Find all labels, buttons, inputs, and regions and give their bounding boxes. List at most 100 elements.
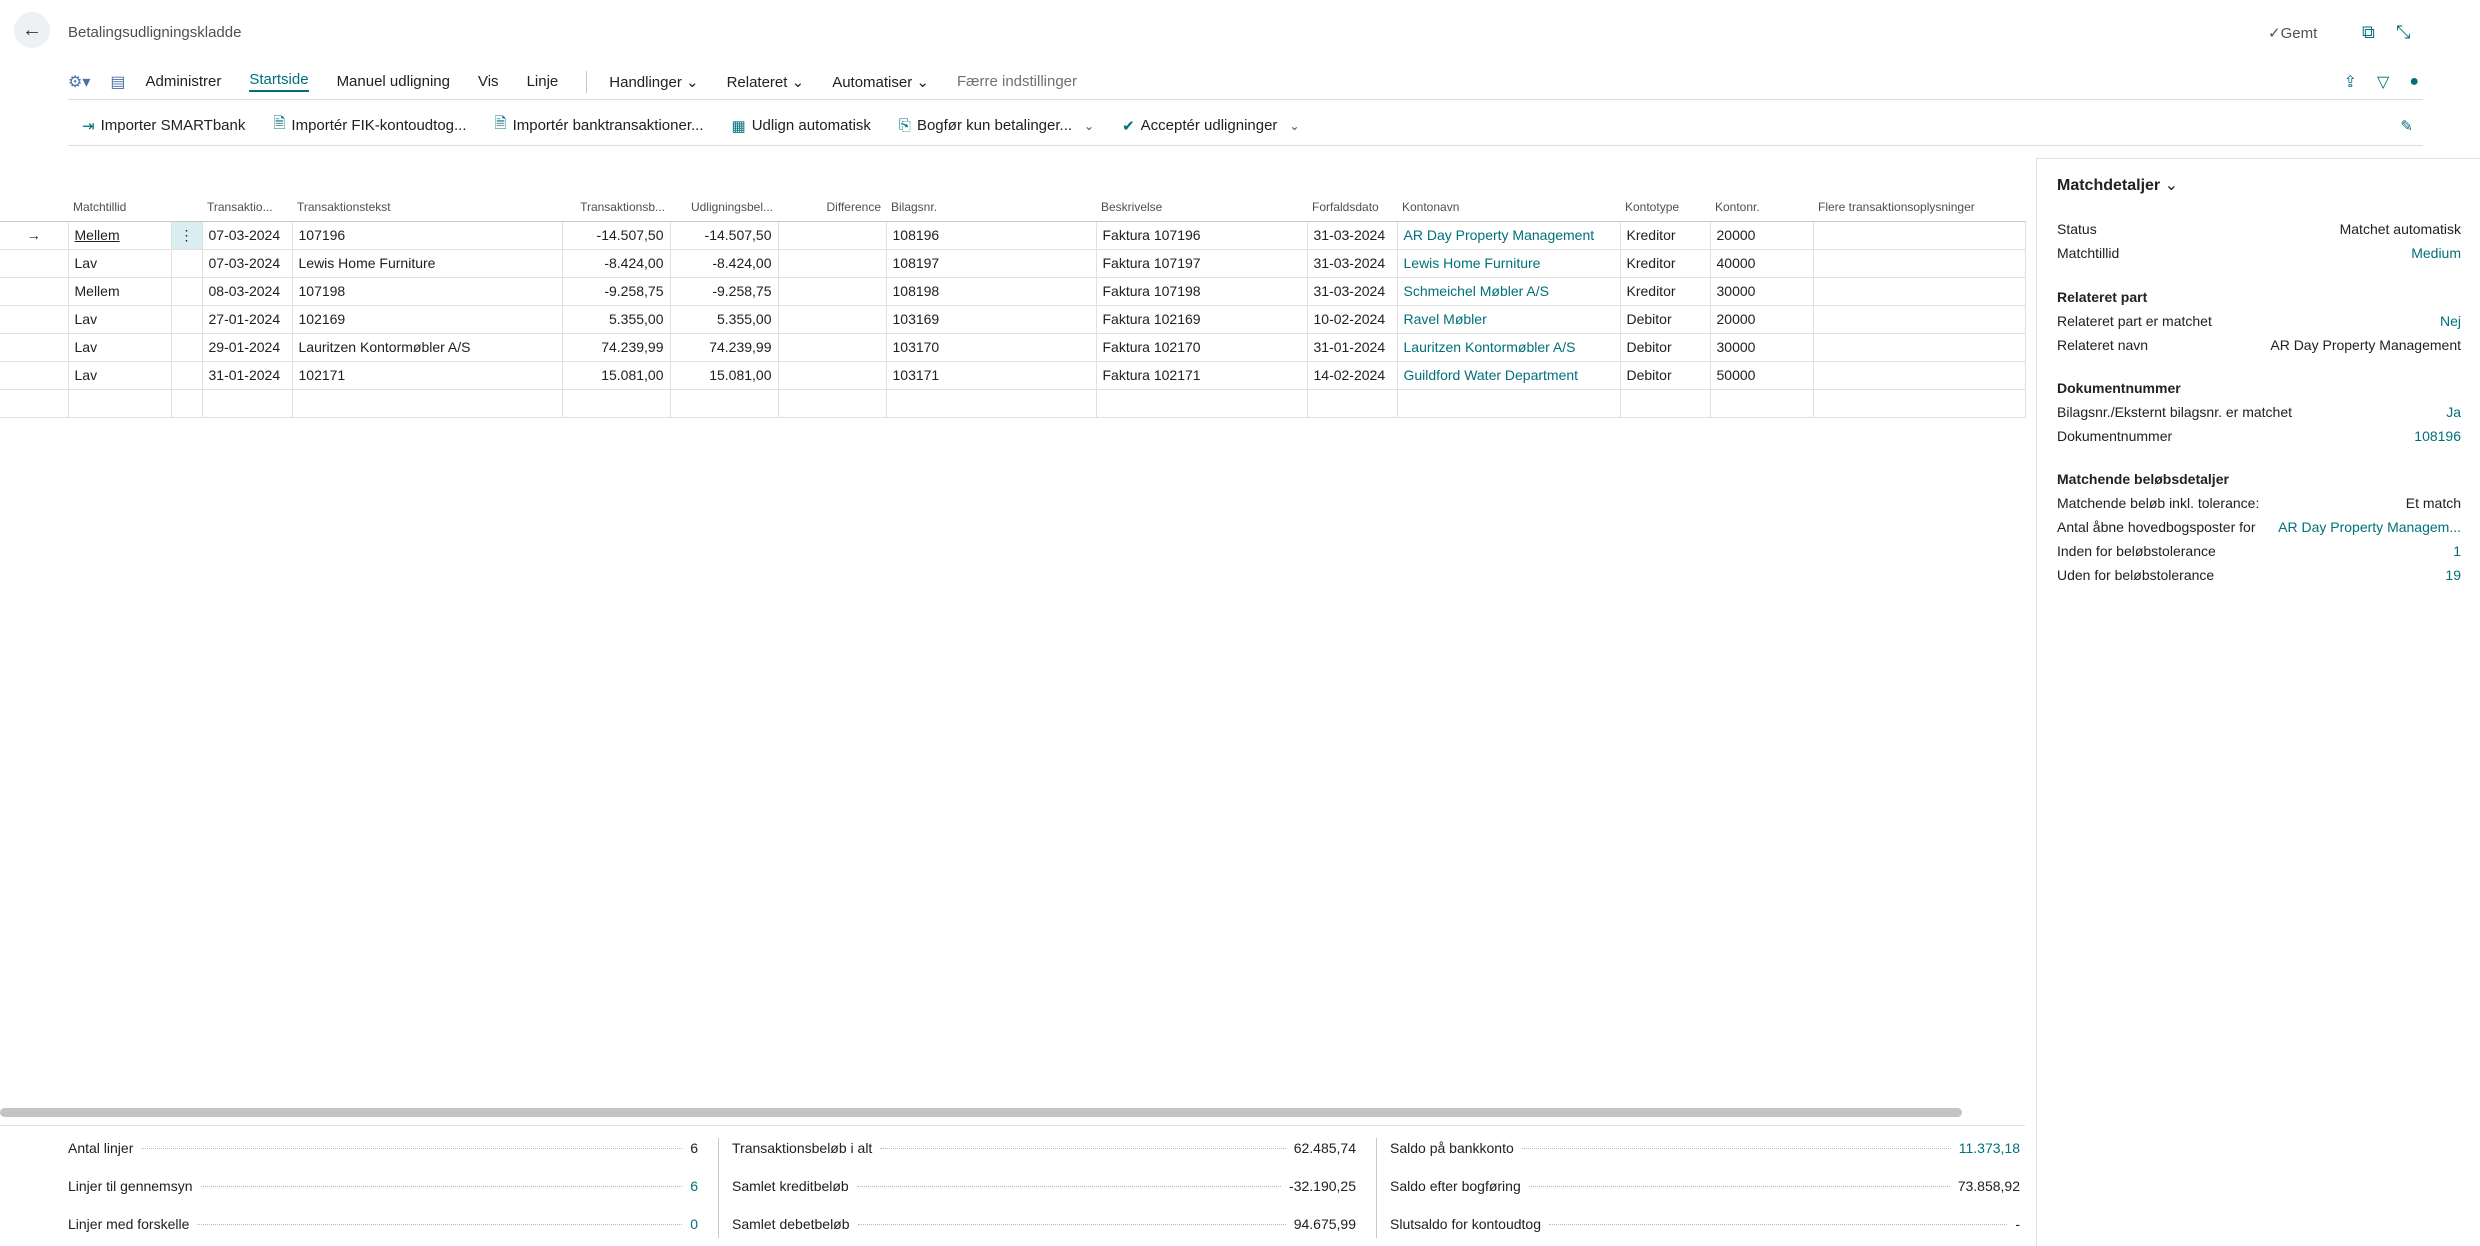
- cell-bilagsnr[interactable]: 103170: [886, 333, 1097, 362]
- cell-transaktionsbelob[interactable]: -9.258,75: [562, 277, 671, 306]
- cell-flere-oplysninger[interactable]: [1813, 221, 2026, 250]
- row-actions[interactable]: [171, 277, 203, 306]
- cell-transaktionsbelob[interactable]: -14.507,50: [562, 221, 671, 250]
- cell-transaktionsdato[interactable]: 29-01-2024: [202, 333, 293, 362]
- cell-kontonr[interactable]: 50000: [1710, 361, 1814, 390]
- cell-transaktionstekst[interactable]: [292, 389, 563, 418]
- menu-vis[interactable]: Vis: [478, 73, 499, 90]
- cell-transaktionstekst[interactable]: 102169: [292, 305, 563, 334]
- col-kontonr[interactable]: Kontonr.: [1710, 193, 1813, 222]
- cell-transaktionsdato[interactable]: 31-01-2024: [202, 361, 293, 390]
- cell-matchtillid[interactable]: Mellem: [68, 221, 172, 250]
- cell-kontonr[interactable]: 30000: [1710, 333, 1814, 362]
- cell-flere-oplysninger[interactable]: [1813, 249, 2026, 278]
- cell-matchtillid[interactable]: Lav: [68, 305, 172, 334]
- info-icon[interactable]: ●: [2409, 73, 2419, 91]
- cell-flere-oplysninger[interactable]: [1813, 333, 2026, 362]
- cell-matchtillid[interactable]: Mellem: [68, 277, 172, 306]
- cell-udligningsbelob[interactable]: [670, 389, 779, 418]
- cell-kontotype[interactable]: Kreditor: [1620, 277, 1711, 306]
- cell-transaktionstekst[interactable]: Lewis Home Furniture: [292, 249, 563, 278]
- open-new-window-icon[interactable]: ⧉: [2362, 22, 2375, 43]
- cell-bilagsnr[interactable]: 103171: [886, 361, 1097, 390]
- row-selector[interactable]: [0, 361, 69, 390]
- cell-forfaldsdato[interactable]: 31-01-2024: [1307, 333, 1398, 362]
- cell-kontonavn[interactable]: Guildford Water Department: [1397, 361, 1621, 390]
- cell-difference[interactable]: [778, 389, 887, 418]
- cell-transaktionsbelob[interactable]: 15.081,00: [562, 361, 671, 390]
- cell-beskrivelse[interactable]: Faktura 107198: [1096, 277, 1308, 306]
- table-row[interactable]: Lav 29-01-2024 Lauritzen Kontormøbler A/S 7…: [0, 333, 2026, 362]
- total-saldo-bankkonto[interactable]: Saldo på bankkonto 11.373,18: [1390, 1129, 2020, 1167]
- cell-kontonr[interactable]: 20000: [1710, 221, 1814, 250]
- cell-beskrivelse[interactable]: Faktura 107196: [1096, 221, 1308, 250]
- fact-within-tolerance[interactable]: Inden for beløbstolerance 1: [2057, 543, 2461, 559]
- fact-outside-tolerance[interactable]: Uden for beløbstolerance 19: [2057, 567, 2461, 583]
- menu-relateret[interactable]: Relateret ⌄: [727, 73, 805, 91]
- table-row[interactable]: Lav 31-01-2024 102171 15.081,00 15.081,00 103…: [0, 361, 2026, 390]
- cell-matchtillid[interactable]: Lav: [68, 361, 172, 390]
- fact-open-entries[interactable]: Antal åbne hovedbogsposter for AR Day Pro…: [2057, 519, 2461, 535]
- cell-kontonr[interactable]: 40000: [1710, 249, 1814, 278]
- cell-difference[interactable]: [778, 305, 887, 334]
- cell-forfaldsdato[interactable]: 14-02-2024: [1307, 361, 1398, 390]
- cell-kontotype[interactable]: Debitor: [1620, 333, 1711, 362]
- row-selector[interactable]: [0, 249, 69, 278]
- col-beskrivelse[interactable]: Beskrivelse: [1096, 193, 1307, 222]
- row-actions[interactable]: [171, 389, 203, 418]
- col-forfaldsdato[interactable]: Forfaldsdato: [1307, 193, 1397, 222]
- factbox-title[interactable]: Matchdetaljer ⌄: [2057, 175, 2178, 195]
- cell-udligningsbelob[interactable]: 74.239,99: [670, 333, 779, 362]
- chevron-down-icon[interactable]: ⌄: [1084, 119, 1094, 133]
- cell-flere-oplysninger[interactable]: [1813, 361, 2026, 390]
- cell-bilagsnr[interactable]: 108197: [886, 249, 1097, 278]
- menu-automatiser[interactable]: Automatiser ⌄: [832, 73, 929, 91]
- cell-beskrivelse[interactable]: Faktura 102171: [1096, 361, 1308, 390]
- col-transaktionsdato[interactable]: Transaktio...: [202, 193, 292, 222]
- cell-transaktionsdato[interactable]: 08-03-2024: [202, 277, 293, 306]
- fact-doc-matched[interactable]: Bilagsnr./Eksternt bilagsnr. er matchet J…: [2057, 404, 2461, 420]
- cell-flere-oplysninger[interactable]: [1813, 389, 2026, 418]
- col-matchtillid[interactable]: Matchtillid: [68, 193, 171, 222]
- row-actions[interactable]: [171, 249, 203, 278]
- horizontal-scrollbar[interactable]: [0, 1108, 1962, 1117]
- filter-icon[interactable]: ▽: [2377, 72, 2389, 92]
- cell-transaktionstekst[interactable]: 107198: [292, 277, 563, 306]
- cell-difference[interactable]: [778, 221, 887, 250]
- menu-manuel-udligning[interactable]: Manuel udligning: [337, 73, 450, 90]
- cell-udligningsbelob[interactable]: -14.507,50: [670, 221, 779, 250]
- cell-transaktionsbelob[interactable]: 5.355,00: [562, 305, 671, 334]
- cell-kontonavn[interactable]: Schmeichel Møbler A/S: [1397, 277, 1621, 306]
- cell-matchtillid[interactable]: Lav: [68, 249, 172, 278]
- cell-transaktionsdato[interactable]: 07-03-2024: [202, 221, 293, 250]
- col-kontotype[interactable]: Kontotype: [1620, 193, 1710, 222]
- cell-beskrivelse[interactable]: Faktura 102169: [1096, 305, 1308, 334]
- row-actions[interactable]: [171, 333, 203, 362]
- cell-difference[interactable]: [778, 249, 887, 278]
- cell-transaktionsbelob[interactable]: 74.239,99: [562, 333, 671, 362]
- cell-kontotype[interactable]: Debitor: [1620, 361, 1711, 390]
- row-actions[interactable]: ⋮: [171, 221, 203, 250]
- cell-beskrivelse[interactable]: Faktura 107197: [1096, 249, 1308, 278]
- menu-fewer-options[interactable]: Færre indstillinger: [957, 73, 1077, 90]
- cell-matchtillid[interactable]: [68, 389, 172, 418]
- menu-handlinger[interactable]: Handlinger ⌄: [609, 73, 698, 91]
- cell-bilagsnr[interactable]: 108198: [886, 277, 1097, 306]
- col-kontonavn[interactable]: Kontonavn: [1397, 193, 1620, 222]
- row-selector[interactable]: →: [0, 221, 69, 250]
- cell-transaktionsbelob[interactable]: -8.424,00: [562, 249, 671, 278]
- cell-bilagsnr[interactable]: 103169: [886, 305, 1097, 334]
- col-bilagsnr[interactable]: Bilagsnr.: [886, 193, 1096, 222]
- cell-kontonavn[interactable]: AR Day Property Management: [1397, 221, 1621, 250]
- cell-kontonavn[interactable]: Lauritzen Kontormøbler A/S: [1397, 333, 1621, 362]
- cell-kontotype[interactable]: Kreditor: [1620, 249, 1711, 278]
- cell-transaktionsbelob[interactable]: [562, 389, 671, 418]
- cell-transaktionstekst[interactable]: 107196: [292, 221, 563, 250]
- import-bank-transactions-button[interactable]: 🗎 Importér banktransaktioner...: [495, 113, 704, 138]
- cell-difference[interactable]: [778, 333, 887, 362]
- cell-forfaldsdato[interactable]: 10-02-2024: [1307, 305, 1398, 334]
- row-selector[interactable]: [0, 333, 69, 362]
- import-smartbank-button[interactable]: ⇥ Importer SMARTbank: [82, 117, 245, 135]
- cell-transaktionstekst[interactable]: Lauritzen Kontormøbler A/S: [292, 333, 563, 362]
- table-row[interactable]: Lav 27-01-2024 102169 5.355,00 5.355,00 10316…: [0, 305, 2026, 334]
